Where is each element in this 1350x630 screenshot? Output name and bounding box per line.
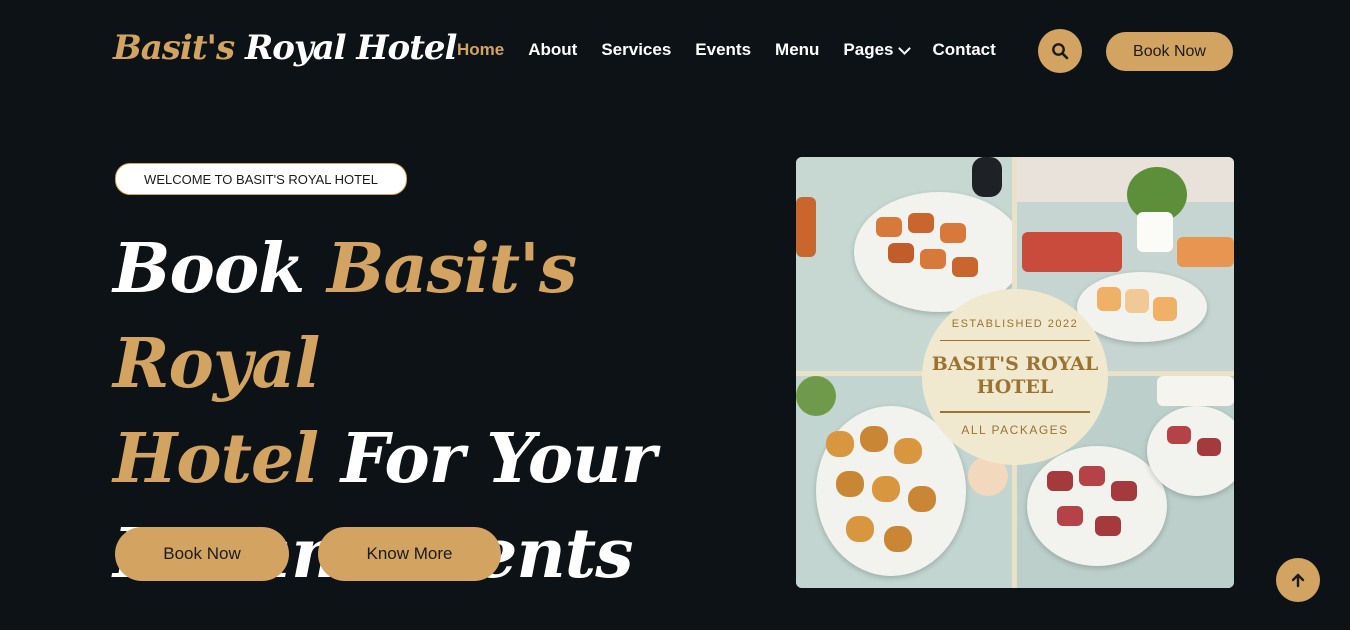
site-logo[interactable]: Basit's Royal Hotel [113, 28, 458, 68]
nav-item-pages[interactable]: Pages [843, 40, 911, 60]
nav-label: Services [601, 40, 672, 59]
seal-hotel-name: BASIT'S ROYAL HOTEL [931, 353, 1099, 398]
welcome-badge: WELCOME TO BASIT'S ROYAL HOTEL [115, 163, 407, 195]
nav-item-home[interactable]: Home [457, 40, 504, 60]
hero-title-highlight: Hotel [113, 419, 319, 499]
hero-food-collage: ESTABLISHED 2022 BASIT'S ROYAL HOTEL ALL… [796, 157, 1234, 588]
seal-established: ESTABLISHED 2022 [951, 317, 1079, 330]
hotel-seal-badge: ESTABLISHED 2022 BASIT'S ROYAL HOTEL ALL… [922, 289, 1108, 465]
nav-label: Events [695, 40, 752, 59]
back-to-top-button[interactable] [1276, 558, 1320, 602]
seal-divider [940, 339, 1090, 341]
nav-label: About [528, 40, 578, 59]
nav-label: Pages [843, 40, 894, 59]
nav-item-contact[interactable]: Contact [933, 40, 996, 60]
nav-label: Contact [932, 40, 996, 59]
hero-title-word: For Your [340, 419, 657, 499]
seal-packages: ALL PACKAGES [961, 422, 1069, 437]
hero-book-now-button[interactable]: Book Now [115, 527, 289, 581]
nav-label: Home [457, 40, 505, 59]
nav-book-now-button[interactable]: Book Now [1106, 32, 1233, 71]
arrow-up-icon [1291, 573, 1305, 588]
logo-part-1: Basit's [113, 28, 235, 68]
hero-know-more-button[interactable]: Know More [318, 527, 501, 581]
nav-item-about[interactable]: About [528, 40, 577, 60]
seal-divider [940, 411, 1090, 413]
nav-label: Menu [775, 40, 820, 59]
chevron-down-icon [897, 41, 911, 55]
logo-part-2: Royal Hotel [244, 28, 458, 68]
nav-item-menu[interactable]: Menu [775, 40, 819, 60]
search-button[interactable] [1038, 29, 1082, 73]
main-nav: Home About Services Events Menu Pages Co… [457, 40, 996, 60]
nav-item-services[interactable]: Services [601, 40, 671, 60]
hero-title-word: Book [113, 229, 305, 309]
search-icon [1052, 43, 1069, 60]
nav-item-events[interactable]: Events [695, 40, 751, 60]
